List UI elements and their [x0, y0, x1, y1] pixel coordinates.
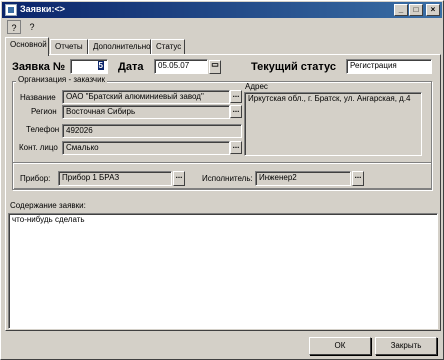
- order-number-label: Заявка №: [12, 61, 66, 73]
- contact-select-button[interactable]: ...: [230, 141, 242, 154]
- content-textarea[interactable]: что-нибудь сделать: [8, 213, 438, 329]
- calendar-button[interactable]: ▭: [209, 60, 221, 74]
- main-tab-panel: Заявка № 5 Дата 05.05.07 ▭ Текущий стату…: [5, 54, 441, 331]
- status-field[interactable]: Регистрация: [346, 59, 432, 74]
- app-icon: [5, 4, 17, 16]
- contact-label: Конт. лицо: [19, 143, 58, 152]
- close-button[interactable]: Закрыть: [375, 337, 437, 355]
- title-bar: Заявки:<> _ □ ×: [2, 2, 442, 18]
- status-label: Текущий статус: [251, 61, 337, 73]
- whats-this-icon[interactable]: ?: [25, 20, 39, 34]
- device-label: Прибор:: [20, 174, 51, 183]
- region-label: Регион: [31, 107, 57, 116]
- name-select-button[interactable]: ...: [230, 90, 242, 103]
- customer-group-title: Организация - заказчик: [16, 75, 108, 84]
- window-title: Заявки:<>: [20, 4, 65, 14]
- tab-reports[interactable]: Отчеты: [50, 39, 88, 55]
- date-field[interactable]: 05.05.07: [154, 59, 208, 74]
- ok-button[interactable]: ОК: [309, 337, 371, 355]
- help-icon[interactable]: ?: [7, 20, 21, 34]
- name-field[interactable]: ОАО "Братский алюминиевый завод": [62, 90, 230, 104]
- tab-main[interactable]: Основной: [5, 37, 49, 56]
- device-field[interactable]: Прибор 1 БРАЗ: [58, 171, 172, 186]
- close-window-button[interactable]: ×: [426, 4, 440, 16]
- order-number-field[interactable]: 5: [70, 59, 108, 74]
- executor-label: Исполнитель:: [202, 174, 253, 183]
- device-select-button[interactable]: ...: [173, 171, 185, 186]
- toolbar: ? ?: [3, 19, 441, 35]
- region-field[interactable]: Восточная Сибирь: [62, 105, 230, 119]
- maximize-button[interactable]: □: [409, 4, 423, 16]
- order-number-value: 5: [97, 61, 104, 70]
- executor-select-button[interactable]: ...: [352, 171, 364, 186]
- content-label: Содержание заявки:: [10, 201, 86, 210]
- minimize-button[interactable]: _: [394, 4, 408, 16]
- contact-field[interactable]: Смалько: [62, 141, 230, 155]
- address-field[interactable]: Иркутская обл., г. Братск, ул. Ангарская…: [244, 92, 422, 156]
- tab-status[interactable]: Статус: [151, 39, 185, 55]
- tab-additional[interactable]: Дополнительно: [88, 39, 151, 55]
- address-label: Адрес: [245, 82, 268, 91]
- region-select-button[interactable]: ...: [230, 105, 242, 118]
- date-label: Дата: [118, 61, 144, 73]
- executor-field[interactable]: Инженер2: [255, 171, 351, 186]
- order-window: Заявки:<> _ □ × ? ? Основной Отчеты Допо…: [0, 0, 444, 360]
- phone-field[interactable]: 492026: [62, 124, 242, 138]
- name-label: Название: [20, 93, 56, 102]
- phone-label: Телефон: [26, 125, 60, 134]
